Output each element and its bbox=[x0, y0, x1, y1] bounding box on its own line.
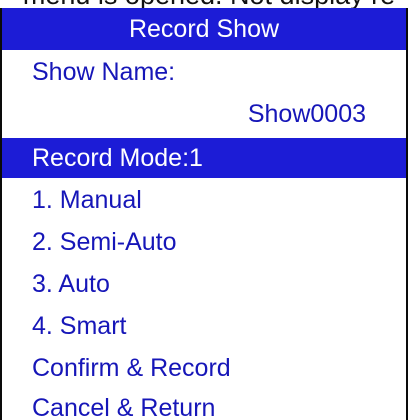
confirm-record-button[interactable]: Confirm & Record bbox=[2, 348, 406, 388]
mode-option-auto[interactable]: 3. Auto bbox=[2, 264, 406, 304]
record-mode-item[interactable]: Record Mode:1 bbox=[2, 138, 406, 178]
menu-title: Record Show bbox=[2, 8, 406, 50]
mode-option-semi-auto[interactable]: 2. Semi-Auto bbox=[2, 222, 406, 262]
record-show-menu: Record Show Show Name: Show0003 Record M… bbox=[0, 8, 408, 420]
show-name-value[interactable]: Show0003 bbox=[2, 94, 406, 134]
cancel-return-button[interactable]: Cancel & Return bbox=[2, 388, 406, 420]
show-name-label: Show Name: bbox=[32, 58, 176, 86]
mode-option-manual[interactable]: 1. Manual bbox=[2, 180, 406, 220]
mode-option-smart[interactable]: 4. Smart bbox=[2, 306, 406, 346]
